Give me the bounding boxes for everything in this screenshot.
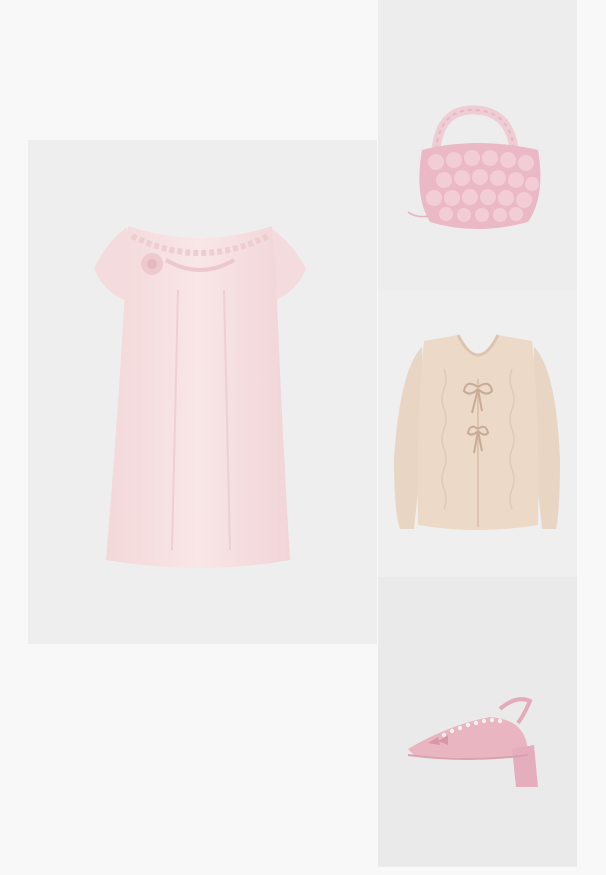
shoe-image — [407, 697, 538, 787]
dress-image — [94, 226, 306, 568]
bag-image — [407, 105, 541, 229]
product-tile-dress[interactable] — [28, 140, 377, 644]
product-tile-cardigan[interactable] — [378, 289, 577, 577]
product-tile-bag[interactable] — [378, 0, 577, 289]
product-tile-shoe[interactable] — [378, 577, 577, 867]
cardigan-image — [394, 334, 560, 530]
